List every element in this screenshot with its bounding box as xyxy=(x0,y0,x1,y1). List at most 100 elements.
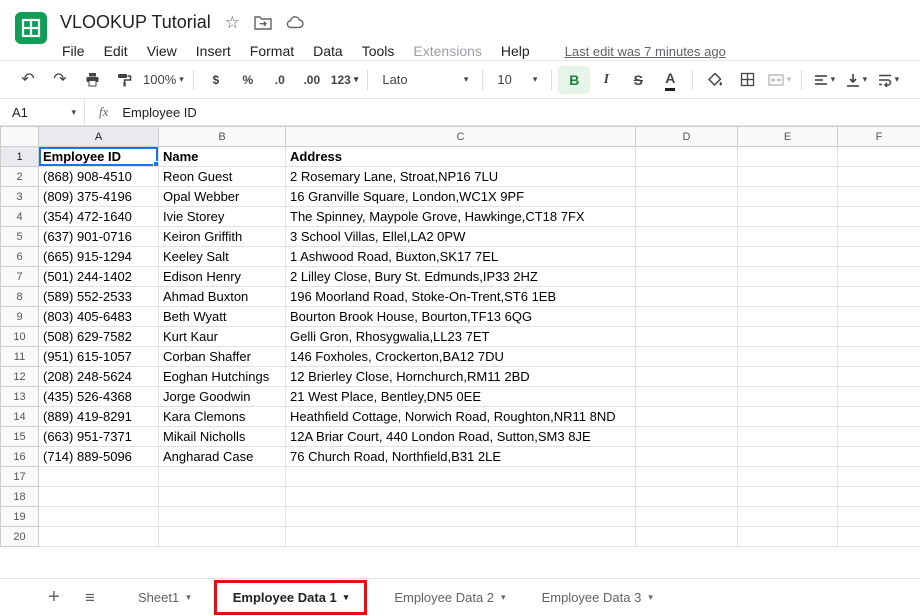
borders-button[interactable] xyxy=(731,66,763,94)
strikethrough-button[interactable]: S xyxy=(622,66,654,94)
cell-C18[interactable] xyxy=(286,487,636,507)
increase-decimal-button[interactable]: .00 xyxy=(296,66,328,94)
cell-C9[interactable]: Bourton Brook House, Bourton,TF13 6QG xyxy=(286,307,636,327)
document-status-cloud-icon[interactable] xyxy=(286,15,305,29)
menu-help[interactable]: Help xyxy=(499,41,532,61)
cell-D5[interactable] xyxy=(636,227,738,247)
row-header-16[interactable]: 16 xyxy=(1,447,39,467)
cell-E8[interactable] xyxy=(738,287,838,307)
last-edit-link[interactable]: Last edit was 7 minutes ago xyxy=(565,44,726,59)
cell-B15[interactable]: Mikail Nicholls xyxy=(159,427,286,447)
sheet-tab-employee-data-2[interactable]: Employee Data 2 ▾ xyxy=(376,579,523,616)
font-family-select[interactable]: Lato▾ xyxy=(374,66,476,94)
star-icon[interactable]: ☆ xyxy=(225,14,240,31)
cell-E19[interactable] xyxy=(738,507,838,527)
cell-A2[interactable]: (868) 908-4510 xyxy=(39,167,159,187)
cell-E1[interactable] xyxy=(738,147,838,167)
cell-E4[interactable] xyxy=(738,207,838,227)
cell-A10[interactable]: (508) 629-7582 xyxy=(39,327,159,347)
cell-A19[interactable] xyxy=(39,507,159,527)
cell-D3[interactable] xyxy=(636,187,738,207)
cell-D1[interactable] xyxy=(636,147,738,167)
cell-E17[interactable] xyxy=(738,467,838,487)
decrease-decimal-button[interactable]: .0 xyxy=(264,66,296,94)
cell-A5[interactable]: (637) 901-0716 xyxy=(39,227,159,247)
row-header-12[interactable]: 12 xyxy=(1,367,39,387)
cell-B20[interactable] xyxy=(159,527,286,547)
menu-format[interactable]: Format xyxy=(248,41,296,61)
row-header-14[interactable]: 14 xyxy=(1,407,39,427)
cell-F2[interactable] xyxy=(838,167,920,187)
cell-D8[interactable] xyxy=(636,287,738,307)
cell-B12[interactable]: Eoghan Hutchings xyxy=(159,367,286,387)
cell-A8[interactable]: (589) 552-2533 xyxy=(39,287,159,307)
cell-D10[interactable] xyxy=(636,327,738,347)
cell-D19[interactable] xyxy=(636,507,738,527)
cell-F9[interactable] xyxy=(838,307,920,327)
move-to-folder-icon[interactable] xyxy=(254,15,272,30)
cell-D16[interactable] xyxy=(636,447,738,467)
cell-A9[interactable]: (803) 405-6483 xyxy=(39,307,159,327)
menu-view[interactable]: View xyxy=(145,41,179,61)
cell-B1[interactable]: Name xyxy=(159,147,286,167)
cell-D12[interactable] xyxy=(636,367,738,387)
formula-input[interactable]: Employee ID xyxy=(122,105,196,120)
column-header-D[interactable]: D xyxy=(636,127,738,147)
cell-B16[interactable]: Angharad Case xyxy=(159,447,286,467)
vertical-align-button[interactable]: ▾ xyxy=(840,66,872,94)
cell-F1[interactable] xyxy=(838,147,920,167)
cell-C11[interactable]: 146 Foxholes, Crockerton,BA12 7DU xyxy=(286,347,636,367)
row-header-7[interactable]: 7 xyxy=(1,267,39,287)
cell-E13[interactable] xyxy=(738,387,838,407)
cell-F20[interactable] xyxy=(838,527,920,547)
menu-insert[interactable]: Insert xyxy=(194,41,233,61)
cell-B7[interactable]: Edison Henry xyxy=(159,267,286,287)
name-box[interactable]: A1 ▾ xyxy=(0,105,84,120)
cell-F10[interactable] xyxy=(838,327,920,347)
zoom-select[interactable]: 100%▾ xyxy=(140,66,187,94)
column-header-F[interactable]: F xyxy=(838,127,920,147)
cell-A12[interactable]: (208) 248-5624 xyxy=(39,367,159,387)
cell-B13[interactable]: Jorge Goodwin xyxy=(159,387,286,407)
italic-button[interactable]: I xyxy=(590,66,622,94)
sheet-tab-employee-data-1[interactable]: Employee Data 1 ▾ xyxy=(215,581,367,614)
cell-B19[interactable] xyxy=(159,507,286,527)
cell-C20[interactable] xyxy=(286,527,636,547)
cell-C6[interactable]: 1 Ashwood Road, Buxton,SK17 7EL xyxy=(286,247,636,267)
row-header-13[interactable]: 13 xyxy=(1,387,39,407)
cell-E12[interactable] xyxy=(738,367,838,387)
cell-C4[interactable]: The Spinney, Maypole Grove, Hawkinge,CT1… xyxy=(286,207,636,227)
row-header-5[interactable]: 5 xyxy=(1,227,39,247)
redo-button[interactable]: ↷ xyxy=(44,66,76,94)
cell-B3[interactable]: Opal Webber xyxy=(159,187,286,207)
cell-E18[interactable] xyxy=(738,487,838,507)
cell-C10[interactable]: Gelli Gron, Rhosygwalia,LL23 7ET xyxy=(286,327,636,347)
row-header-9[interactable]: 9 xyxy=(1,307,39,327)
more-formats-button[interactable]: 123▾ xyxy=(328,66,362,94)
cell-E20[interactable] xyxy=(738,527,838,547)
cell-A6[interactable]: (665) 915-1294 xyxy=(39,247,159,267)
horizontal-align-button[interactable]: ▾ xyxy=(808,66,840,94)
cell-B8[interactable]: Ahmad Buxton xyxy=(159,287,286,307)
cell-C17[interactable] xyxy=(286,467,636,487)
cell-F14[interactable] xyxy=(838,407,920,427)
cell-F6[interactable] xyxy=(838,247,920,267)
cell-F5[interactable] xyxy=(838,227,920,247)
cell-D4[interactable] xyxy=(636,207,738,227)
cell-B2[interactable]: Reon Guest xyxy=(159,167,286,187)
cell-E10[interactable] xyxy=(738,327,838,347)
sheet-tab-sheet1[interactable]: Sheet1 ▾ xyxy=(120,579,209,616)
cell-D6[interactable] xyxy=(636,247,738,267)
row-header-8[interactable]: 8 xyxy=(1,287,39,307)
sheet-tab-menu-icon[interactable]: ▾ xyxy=(186,592,191,603)
fill-color-button[interactable] xyxy=(699,66,731,94)
sheets-logo-icon[interactable] xyxy=(14,11,48,45)
cell-A15[interactable]: (663) 951-7371 xyxy=(39,427,159,447)
cell-A17[interactable] xyxy=(39,467,159,487)
row-header-3[interactable]: 3 xyxy=(1,187,39,207)
menu-file[interactable]: File xyxy=(60,41,87,61)
menu-edit[interactable]: Edit xyxy=(102,41,130,61)
cell-B9[interactable]: Beth Wyatt xyxy=(159,307,286,327)
cell-C5[interactable]: 3 School Villas, Ellel,LA2 0PW xyxy=(286,227,636,247)
cell-E9[interactable] xyxy=(738,307,838,327)
